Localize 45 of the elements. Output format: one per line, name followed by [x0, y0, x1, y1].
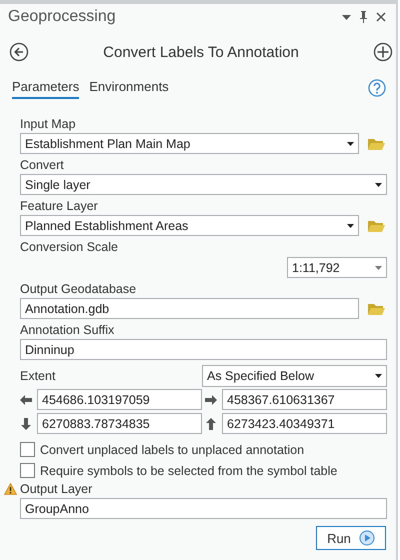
play-icon — [358, 530, 375, 546]
field-label: Conversion Scale — [20, 240, 118, 254]
panel-title: Geoprocessing — [8, 8, 116, 26]
field-label: Output Layer — [20, 482, 92, 496]
dropdown-field[interactable]: As Specified Below — [202, 365, 387, 387]
caret-icon — [375, 182, 382, 186]
close-icon[interactable] — [376, 12, 386, 22]
input-field[interactable]: 6270883.78734835 — [37, 413, 202, 434]
checkbox-label: Require symbols to be selected from the symbol table — [40, 464, 338, 478]
tab[interactable]: Environments — [89, 77, 169, 99]
input-field[interactable]: Annotation.gdb — [20, 298, 359, 319]
checkbox[interactable] — [20, 463, 35, 478]
dropdown-icon[interactable] — [342, 14, 351, 20]
run-button[interactable]: Run — [316, 526, 386, 550]
field-label: Convert — [20, 158, 64, 172]
dropdown-field[interactable]: Establishment Plan Main Map — [20, 133, 359, 154]
input-field[interactable]: 458367.610631367 — [222, 389, 387, 410]
field-label: Output Geodatabase — [20, 282, 136, 296]
tool-title: Convert Labels To Annotation — [103, 44, 299, 60]
checkbox-label: Convert unplaced labels to unplaced annotation — [40, 442, 304, 456]
add-icon[interactable] — [372, 42, 393, 62]
caret-icon — [347, 142, 354, 146]
checkbox[interactable] — [20, 442, 35, 457]
tab[interactable]: Parameters — [12, 77, 80, 99]
field-label: Feature Layer — [20, 199, 98, 213]
caret-icon — [375, 374, 382, 378]
down-arrow-icon — [20, 418, 32, 430]
left-arrow-icon — [20, 394, 32, 406]
pin-icon[interactable] — [359, 11, 368, 23]
field-label: Input Map — [20, 117, 76, 131]
dropdown-field[interactable]: Planned Establishment Areas — [20, 215, 359, 236]
input-field[interactable]: 6273423.40349371 — [222, 413, 387, 434]
input-field[interactable]: Dinninup — [20, 339, 387, 360]
field-label: Extent — [20, 369, 56, 383]
field-label: Annotation Suffix — [20, 323, 114, 337]
help-icon[interactable] — [368, 79, 386, 97]
scale-dropdown[interactable]: 1:11,792 — [287, 257, 387, 278]
input-field[interactable]: GroupAnno — [20, 498, 387, 519]
up-arrow-icon — [205, 418, 217, 430]
dropdown-field[interactable]: Single layer — [20, 174, 387, 195]
caret-icon — [375, 266, 382, 270]
back-icon[interactable] — [9, 42, 29, 62]
input-field[interactable]: 454686.103197059 — [37, 389, 202, 410]
right-arrow-icon — [205, 394, 217, 406]
caret-icon — [347, 224, 354, 228]
